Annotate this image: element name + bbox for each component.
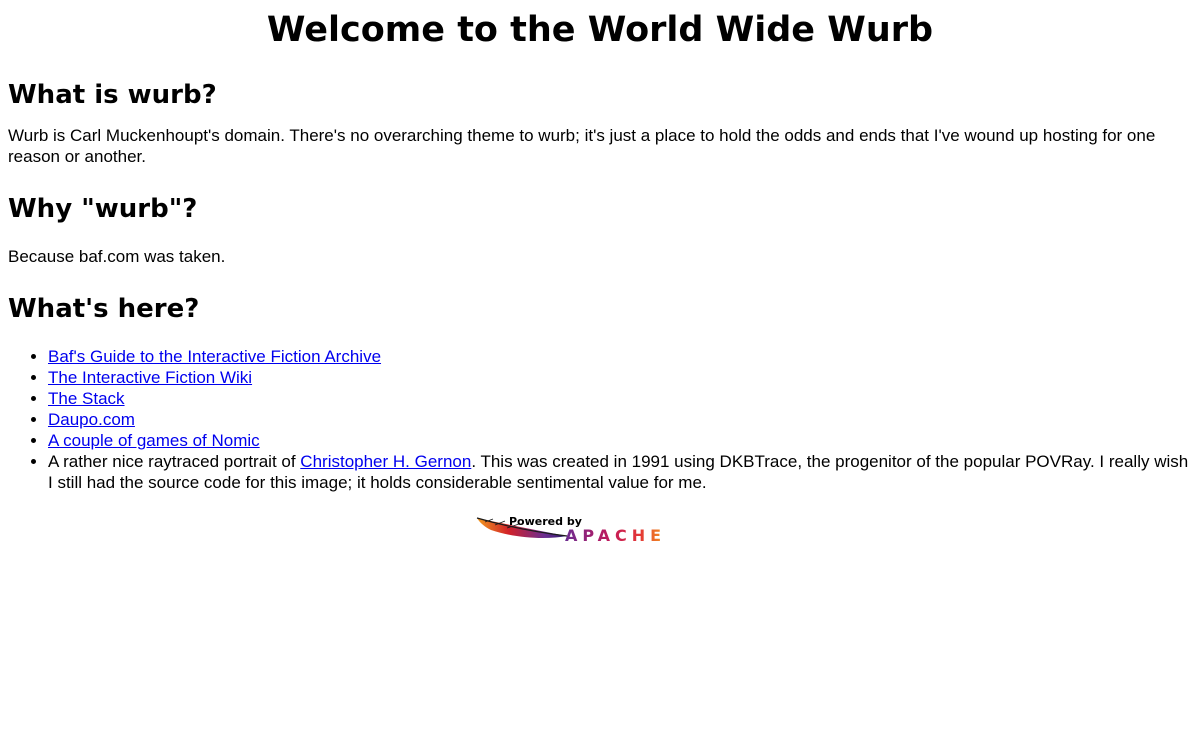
portrait-text-prefix: A rather nice raytraced portrait of <box>48 452 301 471</box>
badge-line2: APACHE <box>565 526 666 544</box>
list-item: Daupo.com <box>48 409 1192 430</box>
page-content: Welcome to the World Wide Wurb What is w… <box>0 0 1200 544</box>
link-bafs-guide[interactable]: Baf's Guide to the Interactive Fiction A… <box>48 347 381 366</box>
heading-what-is-wurb: What is wurb? <box>8 80 217 110</box>
list-item: A couple of games of Nomic <box>48 430 1192 451</box>
link-the-stack[interactable]: The Stack <box>48 389 125 408</box>
page-title: Welcome to the World Wide Wurb <box>266 10 934 50</box>
list-item-portrait: A rather nice raytraced portrait of Chri… <box>48 451 1192 493</box>
link-list: Baf's Guide to the Interactive Fiction A… <box>8 346 1192 493</box>
link-christopher-gernon[interactable]: Christopher H. Gernon <box>300 452 471 471</box>
link-nomic-games[interactable]: A couple of games of Nomic <box>48 431 260 450</box>
list-item: The Stack <box>48 388 1192 409</box>
heading-whats-here: What's here? <box>8 294 200 324</box>
paragraph-what-is-wurb: Wurb is Carl Muckenhoupt's domain. There… <box>8 126 1156 166</box>
link-daupo[interactable]: Daupo.com <box>48 410 135 429</box>
apache-badge-image: Powered by APACHE <box>476 515 666 544</box>
heading-why-wurb: Why "wurb"? <box>8 194 198 224</box>
list-item: The Interactive Fiction Wiki <box>48 367 1192 388</box>
link-if-wiki[interactable]: The Interactive Fiction Wiki <box>48 368 252 387</box>
list-item: Baf's Guide to the Interactive Fiction A… <box>48 346 1192 367</box>
paragraph-why-wurb: Because baf.com was taken. <box>8 247 226 266</box>
powered-by-apache-badge[interactable]: Powered by APACHE <box>8 514 1192 544</box>
